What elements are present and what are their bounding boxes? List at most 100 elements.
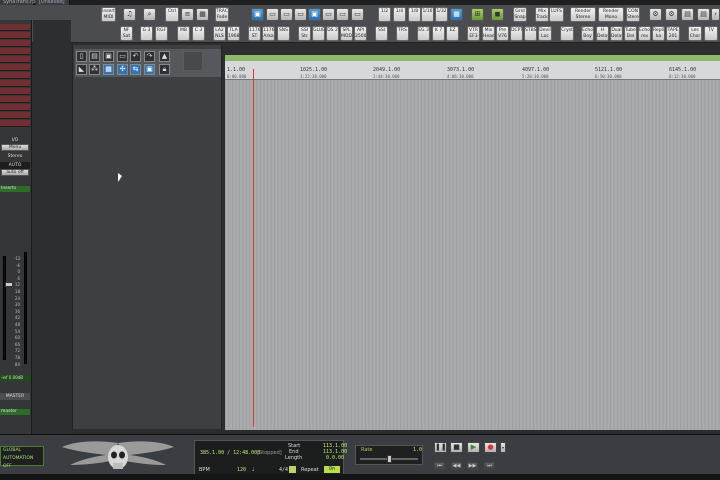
settings-icon[interactable]: ⚙ [649,8,662,21]
track-control-panel[interactable]: ▯ ▤ ▣ ▭ ↶ ↷ ▲ ◣ ⁂ ▦ ✣ ⇆ ▣ 🔒︎ [72,45,222,429]
track-fade-button[interactable]: TRACK Fade [215,7,229,22]
mix-head-button[interactable]: Mix Head [482,26,495,41]
list-icon[interactable]: ≡ [181,8,194,21]
con-stereo-button[interactable]: CON Stereo [626,7,640,22]
fx-slot[interactable] [0,24,30,31]
snap-icon[interactable]: ▣ [251,8,264,21]
master-track-name[interactable]: master [0,409,30,415]
fx-slot[interactable] [0,80,30,87]
inserts-label[interactable]: Inserts [0,186,30,192]
grid-eighth-button[interactable]: 1/8 [408,7,421,22]
rate-slider-handle[interactable] [387,455,392,463]
fx-slot[interactable] [0,56,30,63]
grid-toggle-icon[interactable]: ▦ [450,8,463,21]
devil-loc-button[interactable]: Devil Loc [538,26,552,41]
grid-32nd-button[interactable]: 1/32 [435,7,448,22]
nf-sat-button[interactable]: NF Sat [120,26,133,41]
save-icon[interactable]: ▣ [103,51,114,62]
echo-boy-button[interactable]: Echo Boy [581,26,594,41]
track-area-grid[interactable] [225,80,720,430]
arrange-view[interactable]: 1.1.00 0:00.000 1025.1.00 1:22:30.000 20… [225,55,720,430]
auto-mode-select[interactable]: auto off [1,169,29,176]
zoom-icon[interactable]: ⌕ [143,8,156,21]
cryst-button[interactable]: Cryst [560,26,574,41]
time-signature[interactable]: 4/4 [279,467,288,473]
la2-button[interactable]: LA2 NLS [213,26,226,41]
tv-button[interactable]: TV [704,26,718,41]
les-chor-button[interactable]: Les Chor [688,26,702,41]
go-to-end-icon[interactable]: ⏭︎ [484,462,495,470]
lufs-button[interactable]: LUFS [549,7,564,22]
project-settings-icon[interactable]: ▭ [117,51,128,62]
envelope-tool-icon[interactable]: ◣ [76,64,87,75]
trs-button[interactable]: TRS [396,26,409,41]
record-options-icon[interactable]: ▾ [500,442,506,453]
mix-track-button[interactable]: Mix Track [535,7,549,22]
timeline-ruler[interactable]: 1.1.00 0:00.000 1025.1.00 1:22:30.000 20… [225,55,720,80]
replika-button[interactable]: Repli ka [652,26,665,41]
more-icon[interactable]: › [711,8,720,21]
options-icon[interactable]: ⚙ [665,8,678,21]
playrate-control[interactable]: Rate 1.0 [355,445,423,465]
mb-button[interactable]: MB [177,26,190,41]
h-delay-button[interactable]: H Delay [596,26,609,41]
volume-fader-handle[interactable] [5,282,13,287]
time-display[interactable]: 385.1.00 / 12:48.000 [Stopped] Start End… [194,440,347,475]
redo-icon[interactable]: ↷ [144,51,155,62]
loop-icon[interactable]: ▭ [351,8,364,21]
ripple-all-icon[interactable]: ▭ [280,8,293,21]
rewind-icon[interactable]: ◀◀ [451,462,462,470]
ripple-edit-icon[interactable]: ⇆ [130,64,141,75]
open-icon[interactable]: ▤ [89,51,100,62]
grid-16th-button[interactable]: 1/16 [421,7,434,22]
tla-button[interactable]: TLA 1968 [227,26,240,41]
grid-quarter-button[interactable]: 1/4 [393,7,406,22]
insert-midi-button[interactable]: Insert MIDI [101,7,116,22]
new-file-icon[interactable]: ▯ [76,51,87,62]
dcpt-button[interactable]: DCPT [510,26,523,41]
repeat-toggle[interactable]: On [324,466,340,473]
tape-201-button[interactable]: TAPE 201 [666,26,680,41]
api-2500-button[interactable]: API 2500 [354,26,367,41]
echo-rex-button[interactable]: Echo rex [638,26,651,41]
spl-mod-button[interactable]: SPL MOD [340,26,353,41]
zoom-fit-icon[interactable]: ⊞ [471,8,484,21]
edit-cursor[interactable] [253,69,254,427]
group-icon[interactable]: ⁂ [89,64,100,75]
grid-snap-button[interactable]: Grid Snap [513,7,527,22]
grid-icon[interactable]: ▦ [103,64,114,75]
ssi-str-button[interactable]: SSI Str [298,26,311,41]
mixer-icon[interactable]: ▤ [697,8,710,21]
metronome-icon[interactable]: ▭ [336,8,349,21]
color-icon[interactable]: ◼ [491,8,504,21]
stop-icon[interactable]: ■ [450,442,463,453]
pre-v76-button[interactable]: Pre V76 [496,26,509,41]
grid-half-button[interactable]: 1/2 [378,7,391,22]
crossfade-icon[interactable]: ▣ [144,64,155,75]
render-stereo-button[interactable]: Render Stereo [570,7,596,22]
ds2-button[interactable]: DS 2 [326,26,339,41]
lock-icon[interactable]: ▭ [294,8,307,21]
fx-slot[interactable] [0,112,30,119]
headphones-icon[interactable]: ♫ [123,8,136,21]
tap-icon[interactable] [289,466,296,473]
record-icon[interactable]: ● [484,442,497,453]
fx-slot[interactable] [0,64,30,71]
metronome-icon[interactable]: ▲ [159,51,170,62]
rgf-button[interactable]: RGF [155,26,168,41]
k7-button[interactable]: K 7 [432,26,445,41]
play-icon[interactable]: ▶ [467,442,480,453]
global-automation-button[interactable]: GLOBAL AUTOMATION OFF [0,446,44,469]
fx-slot[interactable] [0,88,30,95]
fx-slot[interactable] [0,48,30,55]
1176-st-button[interactable]: 1176 ST [248,26,261,41]
auto-crossfade-icon[interactable]: ▣ [308,8,321,21]
fx-slot[interactable] [0,96,30,103]
grid-view-icon[interactable]: ▦ [196,8,209,21]
envelope-icon[interactable]: ▭ [322,8,335,21]
menu-button[interactable]: Menu [1,144,29,151]
fx-slot[interactable] [0,72,30,79]
pause-icon[interactable]: ❚❚ [434,442,447,453]
g3-button[interactable]: G 3 [140,26,153,41]
vtr-button[interactable]: VTR EF3 [467,26,480,41]
